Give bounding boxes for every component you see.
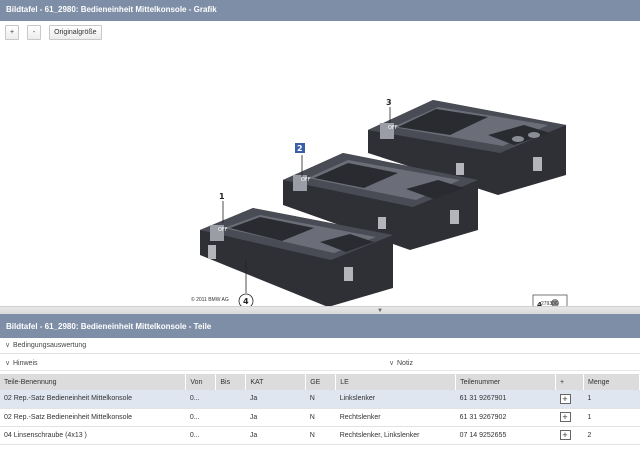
zoom-out-button[interactable]: - <box>27 24 42 40</box>
part-number: 61 31 9267901 <box>455 390 556 409</box>
column-header-bis[interactable]: Bis <box>215 374 247 390</box>
callout-3[interactable]: 3 <box>386 98 392 107</box>
unit2-button-label: OFF <box>301 177 311 183</box>
chevron-down-icon: ∨ <box>5 342 11 349</box>
notiz-label: Notiz <box>397 360 413 367</box>
column-header-teilenummer[interactable]: Teilenummer <box>455 374 557 390</box>
panel-splitter[interactable]: ▼ <box>0 306 640 314</box>
table-row[interactable]: 04 Linsenschraube (4x13 ) 0... Ja N Rech… <box>0 426 640 445</box>
part-von: 0... <box>185 390 216 409</box>
unit3-button-label: OFF <box>388 125 398 131</box>
column-header-benennung[interactable]: Teile-Benennung <box>0 374 187 390</box>
chevron-down-icon: ∨ <box>389 360 395 367</box>
part-le: Rechtslenker, Linkslenker <box>335 426 456 445</box>
table-row[interactable]: 02 Rep.-Satz Bedieneinheit Mittelkonsole… <box>0 408 640 427</box>
chevron-down-icon: ∨ <box>5 360 11 367</box>
bedingung-toggle[interactable]: ∨ Bedingungsauswertung <box>0 340 640 354</box>
part-le: Rechtslenker <box>335 408 456 427</box>
part-von: 0... <box>185 408 216 427</box>
part-menge: 2 <box>583 426 640 445</box>
hinweis-notiz-row: ∨ Hinweis ∨ Notiz <box>0 357 640 371</box>
add-to-cart-button[interactable]: + <box>559 393 571 404</box>
part-von: 0... <box>185 426 216 445</box>
part-menge: 1 <box>583 390 640 409</box>
table-header-row: Teile-Benennung Von Bis KAT GE LE Teilen… <box>0 374 640 390</box>
part-ge: N <box>305 408 336 427</box>
unit1-button-label: OFF <box>218 227 228 233</box>
callout-1[interactable]: 1 <box>219 192 225 201</box>
column-header-kat[interactable]: KAT <box>245 374 307 390</box>
column-header-le[interactable]: LE <box>335 374 457 390</box>
part-ge: N <box>305 390 336 409</box>
original-size-button[interactable]: Originalgröße <box>49 24 102 40</box>
hinweis-toggle[interactable]: ∨ Hinweis <box>5 357 38 371</box>
part-name: 02 Rep.-Satz Bedieneinheit Mittelkonsole <box>0 390 186 409</box>
column-header-von[interactable]: Von <box>185 374 217 390</box>
part-menge: 1 <box>583 408 640 427</box>
column-header-plus[interactable]: + <box>555 374 584 390</box>
part-kat: Ja <box>245 426 306 445</box>
callout-2[interactable]: 2 <box>297 144 303 153</box>
callout-4[interactable]: 4 <box>243 297 249 306</box>
table-row[interactable]: 02 Rep.-Satz Bedieneinheit Mittelkonsole… <box>0 390 640 409</box>
column-header-ge[interactable]: GE <box>305 374 337 390</box>
part-kat: Ja <box>245 408 306 427</box>
hinweis-label: Hinweis <box>13 360 38 367</box>
parts-table: Teile-Benennung Von Bis KAT GE LE Teilen… <box>0 374 640 445</box>
graphic-toolbar: + - Originalgröße <box>0 21 640 43</box>
part-kat: Ja <box>245 390 306 409</box>
parts-illustration-area: OFF OFF OFF 1 2 3 4 4 <box>0 43 640 307</box>
graphic-panel-title: Bildtafel - 61_2980: Bedieneinheit Mitte… <box>0 0 640 21</box>
part-number: 61 31 9267902 <box>455 408 556 427</box>
part-bis <box>215 408 246 427</box>
part-name: 04 Linsenschraube (4x13 ) <box>0 426 186 445</box>
bedingung-label: Bedingungsauswertung <box>13 342 87 349</box>
notiz-toggle[interactable]: ∨ Notiz <box>389 357 413 371</box>
add-to-cart-button[interactable]: + <box>559 412 571 422</box>
copyright-text: © 2011 BMW AG <box>191 297 229 303</box>
parts-panel-title: Bildtafel - 61_2980: Bedieneinheit Mitte… <box>0 314 640 338</box>
part-bis <box>215 426 246 445</box>
part-le: Linkslenker <box>335 390 456 409</box>
part-ge: N <box>305 426 336 445</box>
add-to-cart-button[interactable]: + <box>559 430 571 440</box>
zoom-in-button[interactable]: + <box>5 24 20 40</box>
column-header-menge[interactable]: Menge <box>583 374 640 390</box>
exploded-view-drawing[interactable]: OFF OFF OFF 1 2 3 4 4 <box>188 45 576 307</box>
part-name: 02 Rep.-Satz Bedieneinheit Mittelkonsole <box>0 408 186 427</box>
part-bis <box>215 390 246 409</box>
part-number: 07 14 9252655 <box>455 426 556 445</box>
